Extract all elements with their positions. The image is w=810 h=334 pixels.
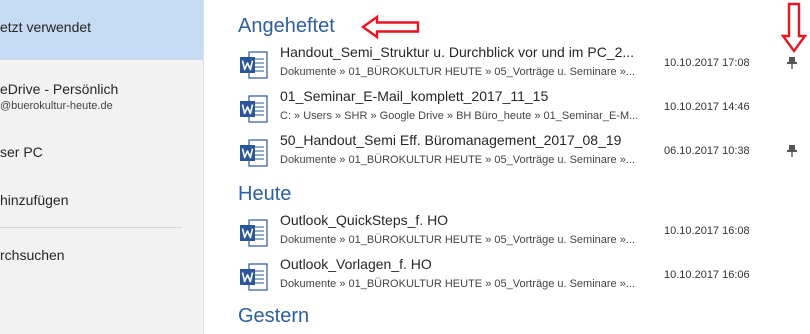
file-path: Dokumente » 01_BÜROKULTUR HEUTE » 05_Vor… (280, 154, 636, 166)
section-title-today: Heute (238, 183, 292, 205)
file-row[interactable]: 01_Seminar_E-Mail_komplett_2017_11_15 C:… (234, 86, 806, 130)
file-date: 10.10.2017 14:46 (664, 101, 750, 113)
sidebar-divider (0, 227, 182, 228)
sidebar-item-sublabel: @buerokultur-heute.de (0, 100, 113, 112)
annotation-arrow-down-icon (780, 2, 808, 54)
file-date: 10.10.2017 16:06 (664, 269, 750, 281)
pin-icon[interactable] (786, 56, 798, 70)
sidebar-item-label: ser PC (0, 144, 43, 160)
file-name: 01_Seminar_E-Mail_komplett_2017_11_15 (280, 88, 549, 104)
file-name: 50_Handout_Semi Eff. Büromanagement_2017… (280, 132, 622, 148)
file-date: 06.10.2017 10:38 (664, 145, 750, 157)
file-name: Outlook_Vorlagen_f. HO (280, 256, 432, 272)
file-name: Handout_Semi_Struktur u. Durchblick vor … (280, 44, 635, 60)
sidebar-item-label: rchsuchen (0, 247, 65, 263)
file-name: Outlook_QuickSteps_f. HO (280, 212, 449, 228)
sidebar-item-recent[interactable]: etzt verwendet (0, 0, 203, 60)
file-row[interactable]: Outlook_Vorlagen_f. HO Dokumente » 01_BÜ… (234, 254, 806, 298)
backstage-open-view: etzt verwendet eDrive - Persönlich @buer… (0, 0, 810, 334)
file-row[interactable]: Outlook_QuickSteps_f. HO Dokumente » 01_… (234, 210, 806, 254)
sidebar: etzt verwendet eDrive - Persönlich @buer… (0, 0, 204, 334)
file-path: Dokumente » 01_BÜROKULTUR HEUTE » 05_Vor… (280, 278, 636, 290)
word-document-icon (240, 95, 268, 123)
sidebar-item-label: eDrive - Persönlich (0, 81, 119, 97)
word-document-icon (240, 51, 268, 79)
sidebar-item-this-pc[interactable]: ser PC (0, 138, 203, 168)
pin-icon[interactable] (786, 144, 798, 158)
file-path: C: » Users » SHR » Google Drive » BH Bür… (280, 110, 639, 122)
sidebar-item-browse[interactable]: rchsuchen (0, 241, 203, 271)
word-document-icon (240, 263, 268, 291)
file-path: Dokumente » 01_BÜROKULTUR HEUTE » 05_Vor… (280, 66, 636, 78)
file-path: Dokumente » 01_BÜROKULTUR HEUTE » 05_Vor… (280, 234, 636, 246)
word-document-icon (240, 139, 268, 167)
word-document-icon (240, 219, 268, 247)
recent-files-panel: Angeheftet Handout_Semi_Struktur u. Durc… (204, 0, 810, 334)
section-title-pinned: Angeheftet (238, 15, 335, 37)
file-date: 10.10.2017 16:08 (664, 225, 750, 237)
file-row[interactable]: 50_Handout_Semi Eff. Büromanagement_2017… (234, 130, 806, 174)
section-title-yesterday: Gestern (238, 305, 310, 327)
annotation-arrow-left-icon (360, 14, 420, 40)
sidebar-item-label: hinzufügen (0, 192, 69, 208)
sidebar-item-add-place[interactable]: hinzufügen (0, 186, 203, 216)
file-row[interactable]: Handout_Semi_Struktur u. Durchblick vor … (234, 42, 806, 86)
sidebar-item-onedrive[interactable]: eDrive - Persönlich @buerokultur-heute.d… (0, 72, 203, 116)
file-date: 10.10.2017 17:08 (664, 57, 750, 69)
sidebar-item-label: etzt verwendet (0, 19, 92, 35)
